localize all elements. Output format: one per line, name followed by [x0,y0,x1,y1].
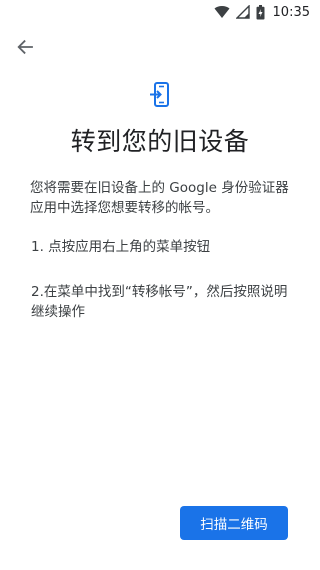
arrow-back-icon [17,39,33,55]
page-title: 转到您的旧设备 [70,127,250,156]
signal-icon [235,5,250,19]
status-time: 10:35 [272,4,310,20]
back-button[interactable] [12,34,38,60]
scan-qr-code-button[interactable]: 扫描二维码 [180,506,288,540]
instruction-step-2: 2.在菜单中找到“转移帐号”，然后按照说明继续操作 [31,284,288,320]
status-bar: 10:35 [0,0,320,24]
battery-icon [256,4,265,19]
description-text: 您将需要在旧设备上的 Google 身份验证器应用中选择您想要转移的帐号。 [30,180,289,216]
instruction-step-1: 1. 点按应用右上角的菜单按钮 [31,239,211,255]
phone-transfer-icon [148,82,172,108]
wifi-icon [214,6,230,19]
